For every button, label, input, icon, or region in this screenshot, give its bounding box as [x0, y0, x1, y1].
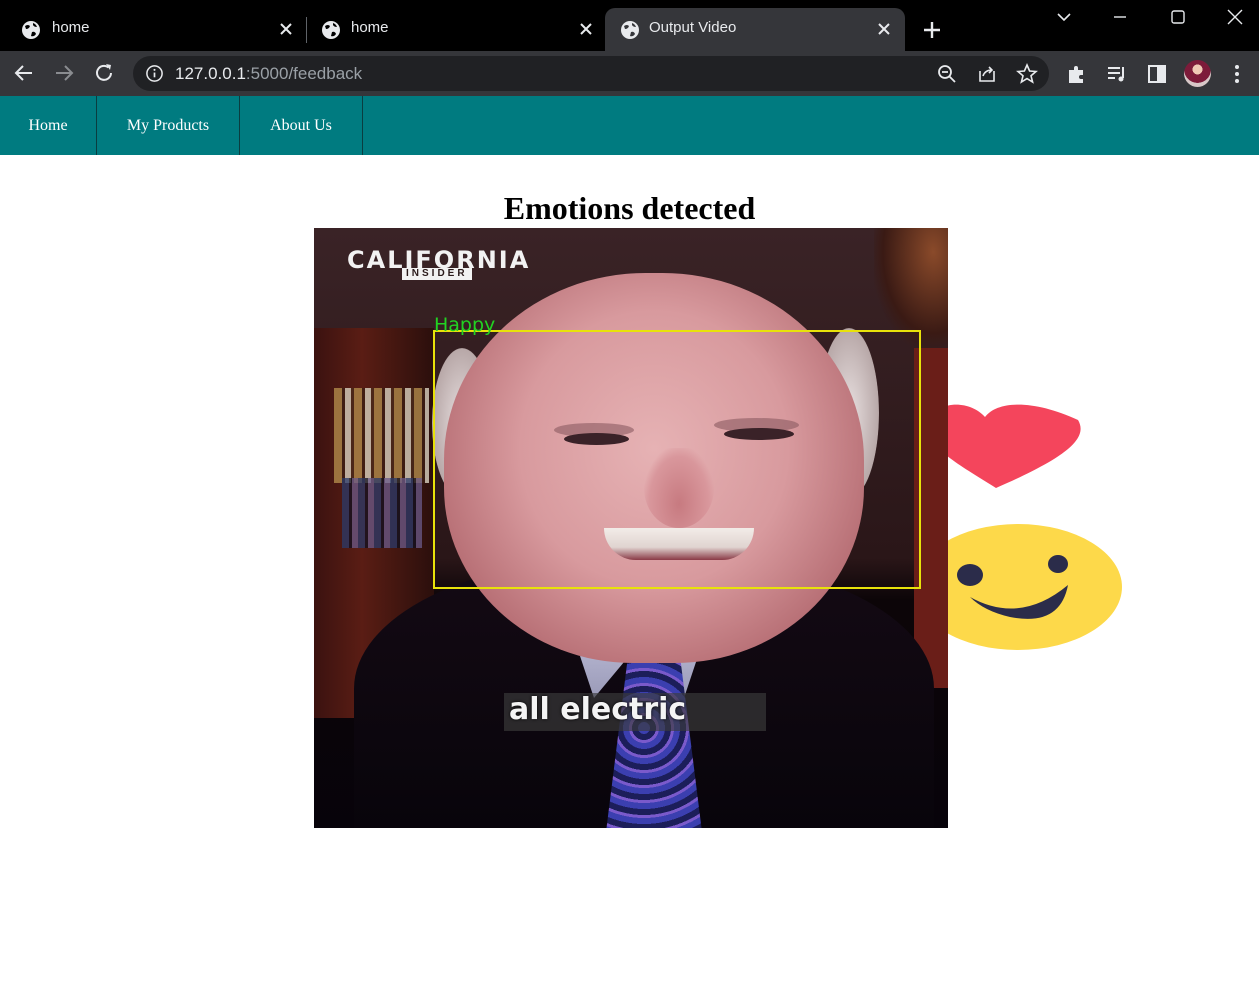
- browser-toolbar: 127.0.0.1:5000/feedback: [0, 51, 1259, 96]
- books-background: [334, 388, 429, 483]
- browser-tab-strip: home home Output Video: [0, 0, 1259, 51]
- site-nav-bar: Home My Products About Us: [0, 96, 1259, 155]
- maximize-icon[interactable]: [1166, 5, 1190, 29]
- channel-logo-subtitle: INSIDER: [402, 268, 472, 280]
- books-background: [342, 478, 422, 548]
- tab-title: home: [351, 19, 389, 36]
- close-icon[interactable]: [575, 18, 597, 40]
- more-menu-icon[interactable]: [1225, 62, 1249, 86]
- page-title: Emotions detected: [503, 190, 756, 226]
- url-host: 127.0.0.1: [175, 64, 246, 83]
- media-queue-icon[interactable]: [1105, 62, 1129, 86]
- heart-icon: [928, 404, 1081, 488]
- window-close-icon[interactable]: [1223, 5, 1247, 29]
- globe-icon: [322, 21, 340, 39]
- globe-icon: [22, 21, 40, 39]
- new-tab-plus-icon[interactable]: [920, 18, 944, 42]
- browser-tab-active[interactable]: Output Video: [605, 8, 905, 51]
- tab-title: home: [52, 19, 90, 36]
- tab-title: Output Video: [649, 19, 737, 36]
- extensions-puzzle-icon[interactable]: [1065, 62, 1089, 86]
- profile-avatar[interactable]: [1184, 60, 1211, 87]
- bookmark-star-icon[interactable]: [1015, 62, 1039, 86]
- site-info-icon[interactable]: [145, 64, 164, 83]
- url-path: :5000/feedback: [245, 64, 363, 83]
- video-caption: all electric: [509, 692, 687, 727]
- minimize-icon[interactable]: [1108, 5, 1132, 29]
- browser-tab[interactable]: home: [0, 8, 303, 51]
- output-video-frame[interactable]: CALIFORNIA INSIDER Happy all electric: [314, 228, 948, 828]
- back-arrow-icon[interactable]: [12, 61, 36, 85]
- url-text[interactable]: 127.0.0.1:5000/feedback: [175, 64, 362, 84]
- zoom-icon[interactable]: [935, 62, 959, 86]
- share-icon[interactable]: [975, 62, 999, 86]
- reload-icon[interactable]: [92, 61, 116, 85]
- tab-search-chevron-icon[interactable]: [1052, 5, 1076, 29]
- globe-icon: [621, 21, 639, 39]
- face-detection-box: [433, 330, 921, 589]
- nav-link-home[interactable]: Home: [0, 96, 97, 155]
- close-icon[interactable]: [275, 18, 297, 40]
- address-bar[interactable]: 127.0.0.1:5000/feedback: [133, 56, 1049, 91]
- browser-tab[interactable]: home: [302, 8, 605, 51]
- nav-link-my-products[interactable]: My Products: [97, 96, 240, 155]
- nav-link-about-us[interactable]: About Us: [240, 96, 363, 155]
- side-panel-icon[interactable]: [1145, 62, 1169, 86]
- close-icon[interactable]: [873, 18, 895, 40]
- emotion-label: Happy: [434, 314, 496, 336]
- forward-arrow-icon[interactable]: [52, 61, 76, 85]
